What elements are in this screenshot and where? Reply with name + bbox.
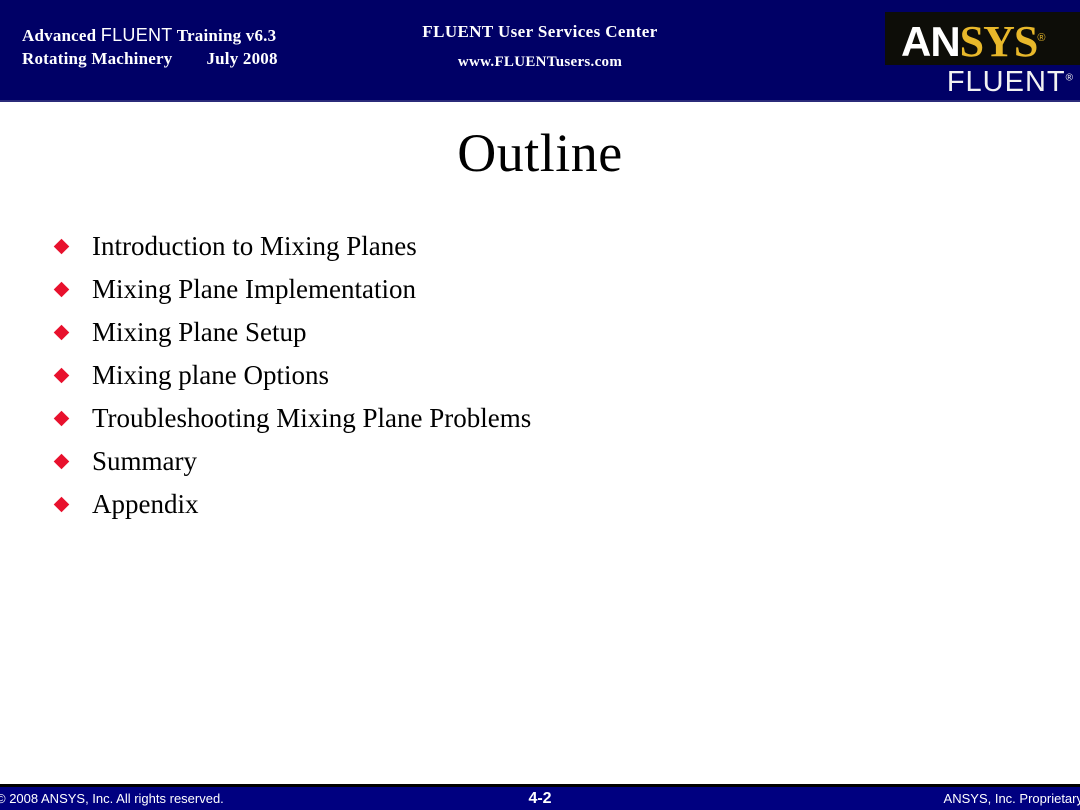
fluent-wordmark: FLUENT® xyxy=(947,66,1074,99)
ansys-fluent-logo: ANSYS® FLUENT® xyxy=(879,9,1080,101)
ansys-wordmark-an: AN xyxy=(901,18,961,65)
diamond-bullet-icon xyxy=(53,281,70,298)
diamond-bullet-icon xyxy=(53,410,70,427)
list-item: Appendix xyxy=(53,483,1005,526)
list-item-label: Summary xyxy=(92,446,197,476)
list-item-label: Mixing plane Options xyxy=(92,360,329,390)
diamond-bullet-icon xyxy=(53,453,70,470)
diamond-bullet-icon xyxy=(53,367,70,384)
ansys-logo-box: ANSYS® xyxy=(885,12,1080,65)
slide: Advanced FLUENT Training v6.3 Rotating M… xyxy=(0,0,1080,810)
header-course-date: July 2008 xyxy=(206,48,278,68)
list-item-label: Introduction to Mixing Planes xyxy=(92,231,417,261)
ansys-wordmark-sys: SYS xyxy=(959,17,1039,65)
page-title: Outline xyxy=(457,123,623,183)
header-usc-title: FLUENT User Services Center xyxy=(422,22,658,41)
list-item: Troubleshooting Mixing Plane Problems xyxy=(53,397,1005,440)
footer-proprietary-notice: ANSYS, Inc. Proprietary xyxy=(943,791,1080,806)
header-course-name: Rotating Machinery xyxy=(22,48,173,68)
diamond-bullet-icon xyxy=(53,496,70,513)
registered-trademark-icon: ® xyxy=(1037,32,1045,44)
list-item-label: Troubleshooting Mixing Plane Problems xyxy=(92,403,532,433)
diamond-bullet-icon xyxy=(53,238,70,255)
outline-list: Introduction to Mixing Planes Mixing Pla… xyxy=(53,225,1005,526)
list-item: Introduction to Mixing Planes xyxy=(53,225,1005,268)
fluent-registered-trademark-icon: ® xyxy=(1065,72,1074,84)
list-item: Summary xyxy=(53,440,1005,483)
list-item-label: Mixing Plane Setup xyxy=(92,317,307,347)
header-course-title-suffix: Training v6.3 xyxy=(172,26,277,45)
ansys-wordmark: ANSYS® xyxy=(901,13,1046,65)
fluent-wordmark-text: FLUENT xyxy=(946,66,1066,98)
header-course-title-prefix: Advanced xyxy=(22,26,101,45)
header-usc-url[interactable]: www.FLUENTusers.com xyxy=(340,54,740,71)
list-item: Mixing Plane Implementation xyxy=(53,268,1005,311)
list-item-label: Mixing Plane Implementation xyxy=(92,274,416,304)
slide-number: 4-2 xyxy=(528,790,552,807)
header-brand-fluent: FLUENT xyxy=(100,25,173,45)
header-course-info: Advanced FLUENT Training v6.3 Rotating M… xyxy=(22,24,278,70)
header-center-block: FLUENT User Services Center www.FLUENTus… xyxy=(340,22,740,71)
diamond-bullet-icon xyxy=(53,324,70,341)
list-item: Mixing plane Options xyxy=(53,354,1005,397)
header-course-title: Advanced FLUENT Training v6.3 xyxy=(22,24,278,48)
header-course-subtitle: Rotating Machinery July 2008 xyxy=(22,48,278,70)
list-item: Mixing Plane Setup xyxy=(53,311,1005,354)
list-item-label: Appendix xyxy=(92,489,199,519)
